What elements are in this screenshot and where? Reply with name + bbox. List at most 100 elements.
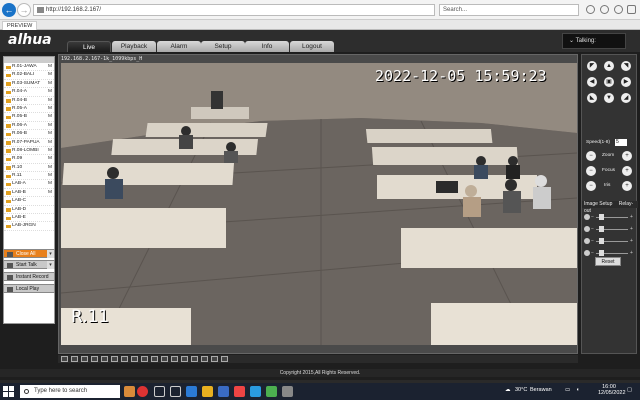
- layout-25-icon[interactable]: [111, 356, 118, 362]
- ptz-down-right-button[interactable]: ◢: [621, 93, 631, 103]
- ptz-left-button[interactable]: ◀: [587, 77, 597, 87]
- layout-4-icon[interactable]: [71, 356, 78, 362]
- tab-playback[interactable]: Playback: [112, 41, 156, 52]
- stream-type[interactable]: M: [48, 105, 52, 113]
- channel-item[interactable]: LAB-C: [4, 197, 54, 206]
- iris-close-button[interactable]: −: [586, 181, 596, 191]
- browser-tab[interactable]: PREVIEW: [2, 21, 38, 30]
- favorites-star-icon[interactable]: [600, 5, 609, 14]
- app3-icon[interactable]: [282, 386, 293, 397]
- slider-knob[interactable]: [599, 250, 604, 256]
- saturation-slider[interactable]: − +: [584, 237, 636, 245]
- focus-near-button[interactable]: −: [586, 166, 596, 176]
- hue-slider[interactable]: − +: [584, 249, 636, 257]
- stream-type[interactable]: M: [48, 97, 52, 105]
- ptz-up-button[interactable]: ▲: [604, 61, 614, 71]
- ptz-speed-select[interactable]: 5: [615, 139, 627, 146]
- channel-item[interactable]: R.08-LOMBI M: [4, 147, 54, 156]
- tab-setup[interactable]: Setup: [201, 41, 245, 52]
- focus-far-button[interactable]: +: [622, 166, 632, 176]
- next-page-icon[interactable]: [151, 356, 158, 362]
- start-talk-button[interactable]: Start Talk ▾: [3, 260, 55, 269]
- gingerbread-app-icon[interactable]: [124, 386, 135, 397]
- task-view-icon[interactable]: [170, 386, 181, 397]
- stream-type[interactable]: M: [48, 63, 52, 71]
- audio-icon[interactable]: [191, 356, 198, 362]
- layout-8-icon[interactable]: [81, 356, 88, 362]
- network-icon[interactable]: ▭: [565, 387, 570, 393]
- app2-icon[interactable]: [266, 386, 277, 397]
- camera-feed[interactable]: 2022-12-05 15:59:23 R.11: [61, 63, 577, 345]
- clock[interactable]: 16:00 12/05/2022: [598, 384, 626, 396]
- channel-item[interactable]: R.04-B M: [4, 97, 54, 105]
- stream-type[interactable]: M: [48, 122, 52, 130]
- channel-item[interactable]: R.02-BALI M: [4, 71, 54, 80]
- back-button[interactable]: ←: [2, 3, 16, 17]
- layout-36-icon[interactable]: [121, 356, 128, 362]
- iris-open-button[interactable]: +: [622, 181, 632, 191]
- tab-alarm[interactable]: Alarm: [157, 41, 201, 52]
- channel-item[interactable]: R.11 M: [4, 172, 54, 181]
- stream-type[interactable]: M: [48, 180, 52, 188]
- zoom-in-button[interactable]: +: [622, 151, 632, 161]
- aspect-icon[interactable]: [201, 356, 208, 362]
- stream-type[interactable]: M: [48, 88, 52, 96]
- edge-icon[interactable]: [186, 386, 197, 397]
- prev-page-icon[interactable]: [141, 356, 148, 362]
- app-icon[interactable]: [218, 386, 229, 397]
- tab-live[interactable]: Live: [67, 41, 111, 52]
- volume-icon[interactable]: ◖: [576, 387, 579, 393]
- search-app-icon[interactable]: [154, 386, 165, 397]
- brightness-slider[interactable]: − +: [584, 213, 636, 221]
- browser-search-input[interactable]: Search...: [439, 4, 579, 16]
- ptz-right-button[interactable]: ▶: [621, 77, 631, 87]
- channel-item[interactable]: R.01-JAWA M: [4, 63, 54, 72]
- talking-panel[interactable]: ⌄ Talking:: [562, 33, 626, 49]
- snapshot-icon[interactable]: [171, 356, 178, 362]
- weather-icon[interactable]: ☁: [505, 387, 511, 393]
- stream-type[interactable]: M: [48, 172, 52, 180]
- close-all-dropdown[interactable]: ▾: [47, 250, 54, 258]
- notification-icon[interactable]: ▢: [627, 387, 632, 393]
- stream-type[interactable]: M: [48, 164, 52, 172]
- layout-1-icon[interactable]: [61, 356, 68, 362]
- layout-16-icon[interactable]: [101, 356, 108, 362]
- stream-type[interactable]: M: [48, 189, 52, 197]
- tab-info[interactable]: Info: [245, 41, 289, 52]
- chrome-icon[interactable]: [234, 386, 245, 397]
- channel-item[interactable]: R.05-B M: [4, 113, 54, 122]
- stream-type[interactable]: M: [48, 130, 52, 138]
- address-bar[interactable]: http://192.168.2.167/: [33, 4, 435, 16]
- stream-type[interactable]: M: [48, 147, 52, 155]
- channel-item[interactable]: R.03-SUMAT M: [4, 80, 54, 89]
- stream-type[interactable]: M: [48, 113, 52, 121]
- channel-item[interactable]: R.07-PAPUA M: [4, 139, 54, 147]
- channel-item[interactable]: R.09 M: [4, 155, 54, 164]
- tab-logout[interactable]: Logout: [290, 41, 334, 52]
- channel-item[interactable]: R.10 M: [4, 164, 54, 173]
- file-explorer-icon[interactable]: [202, 386, 213, 397]
- home-icon[interactable]: [586, 5, 595, 14]
- smiley-icon[interactable]: [627, 5, 636, 14]
- slider-knob[interactable]: [599, 226, 604, 232]
- stream-type[interactable]: M: [48, 80, 52, 88]
- close-all-button[interactable]: Close All ▾: [3, 249, 55, 258]
- record-app-icon[interactable]: [137, 386, 148, 397]
- taskbar-search-input[interactable]: Type here to search: [20, 385, 120, 398]
- windows-start-icon[interactable]: [3, 386, 14, 397]
- zoom-out-button[interactable]: −: [586, 151, 596, 161]
- contrast-slider[interactable]: − +: [584, 225, 636, 233]
- channel-item[interactable]: LAB-E: [4, 214, 54, 223]
- gear-icon[interactable]: [614, 5, 623, 14]
- stream-type[interactable]: M: [48, 139, 52, 147]
- reset-button[interactable]: Reset: [595, 257, 621, 266]
- channel-item[interactable]: LAB-A M: [4, 180, 54, 189]
- ptz-down-button[interactable]: ▼: [604, 93, 614, 103]
- instant-record-button[interactable]: Instant Record: [3, 272, 55, 281]
- forward-button[interactable]: →: [17, 3, 31, 17]
- fullscreen-icon[interactable]: [161, 356, 168, 362]
- stream-icon[interactable]: [211, 356, 218, 362]
- channel-item[interactable]: LAB-D: [4, 206, 54, 215]
- channel-item[interactable]: LAB-B M: [4, 189, 54, 198]
- ptz-center-button[interactable]: ▣: [604, 77, 614, 87]
